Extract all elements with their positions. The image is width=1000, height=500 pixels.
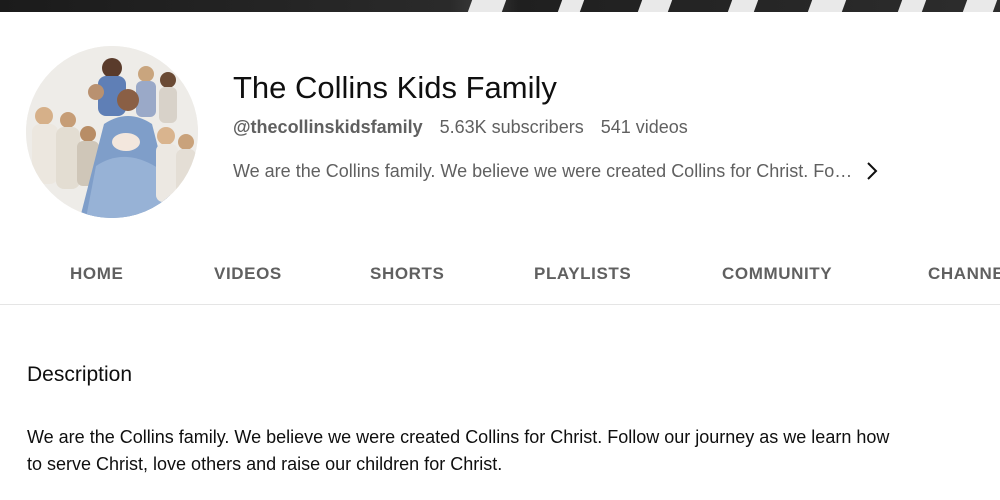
- description-text: We are the Collins family. We believe we…: [27, 427, 890, 474]
- video-count: 541 videos: [600, 117, 688, 137]
- tab-channels[interactable]: CHANNELS: [928, 244, 1000, 304]
- channel-meta: @thecollinskidsfamily 5.63K subscribers …: [233, 116, 688, 138]
- tab-community[interactable]: COMMUNITY: [722, 244, 832, 304]
- tab-shorts[interactable]: SHORTS: [370, 244, 444, 304]
- channel-tabs: HOME VIDEOS SHORTS PLAYLISTS COMMUNITY C…: [0, 244, 1000, 305]
- subscriber-count: 5.63K subscribers: [439, 117, 584, 137]
- channel-banner: [0, 0, 1000, 12]
- channel-tagline-link[interactable]: We are the Collins family. We believe we…: [233, 158, 933, 184]
- description-heading: Description: [27, 363, 133, 386]
- tab-videos[interactable]: VIDEOS: [214, 244, 282, 304]
- channel-handle: @thecollinskidsfamily: [233, 117, 423, 137]
- channel-name: The Collins Kids Family: [233, 70, 557, 105]
- tab-playlists[interactable]: PLAYLISTS: [534, 244, 631, 304]
- channel-tagline: We are the Collins family. We believe we…: [233, 160, 853, 181]
- channel-avatar[interactable]: [26, 46, 198, 218]
- chevron-right-icon: [866, 160, 884, 182]
- tab-home[interactable]: HOME: [70, 244, 123, 304]
- family-photo: [26, 46, 198, 218]
